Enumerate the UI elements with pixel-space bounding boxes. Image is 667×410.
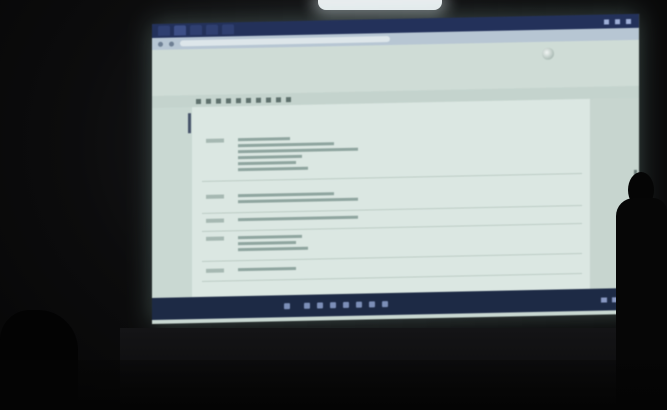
window-controls [604,18,639,25]
close-icon[interactable] [626,18,631,24]
cut-icon[interactable] [216,98,221,104]
maximize-icon[interactable] [615,18,620,24]
run-icon[interactable] [266,97,271,103]
stop-icon[interactable] [276,96,281,102]
minimize-icon[interactable] [604,18,609,25]
browser-tab-active[interactable] [174,25,186,36]
user-avatar[interactable] [542,47,554,60]
taskbar-app-icon[interactable] [343,301,349,308]
taskbar-app-icon[interactable] [356,301,362,308]
taskbar-app-icon[interactable] [369,301,375,308]
back-icon[interactable] [158,41,163,47]
active-cell-marker [188,113,191,134]
move-up-icon[interactable] [246,97,251,103]
taskbar-app-icon[interactable] [317,302,323,309]
taskbar-app-icon[interactable] [330,302,336,309]
cell-prompt [206,236,224,241]
save-icon[interactable] [196,98,201,104]
browser-tab[interactable] [206,24,218,35]
paste-icon[interactable] [236,97,241,103]
taskbar-app-icon[interactable] [382,301,388,308]
projected-screen [152,13,639,325]
browser-tab[interactable] [222,24,234,35]
start-icon[interactable] [284,303,290,310]
cell-prompt [206,268,224,273]
browser-tab[interactable] [158,25,170,36]
add-cell-icon[interactable] [206,98,211,104]
network-icon[interactable] [601,296,607,303]
refresh-icon[interactable] [169,41,174,47]
cell-prompt [206,218,224,223]
move-down-icon[interactable] [256,97,261,103]
browser-tab[interactable] [190,24,202,36]
taskbar-app-icon[interactable] [304,302,310,309]
menu-bar [192,74,290,76]
ceiling-light [318,0,442,10]
foreground-shadow [0,360,667,410]
copy-icon[interactable] [226,97,231,103]
restart-icon[interactable] [286,96,291,102]
cell-prompt [206,194,224,199]
cell-prompt [206,138,224,143]
